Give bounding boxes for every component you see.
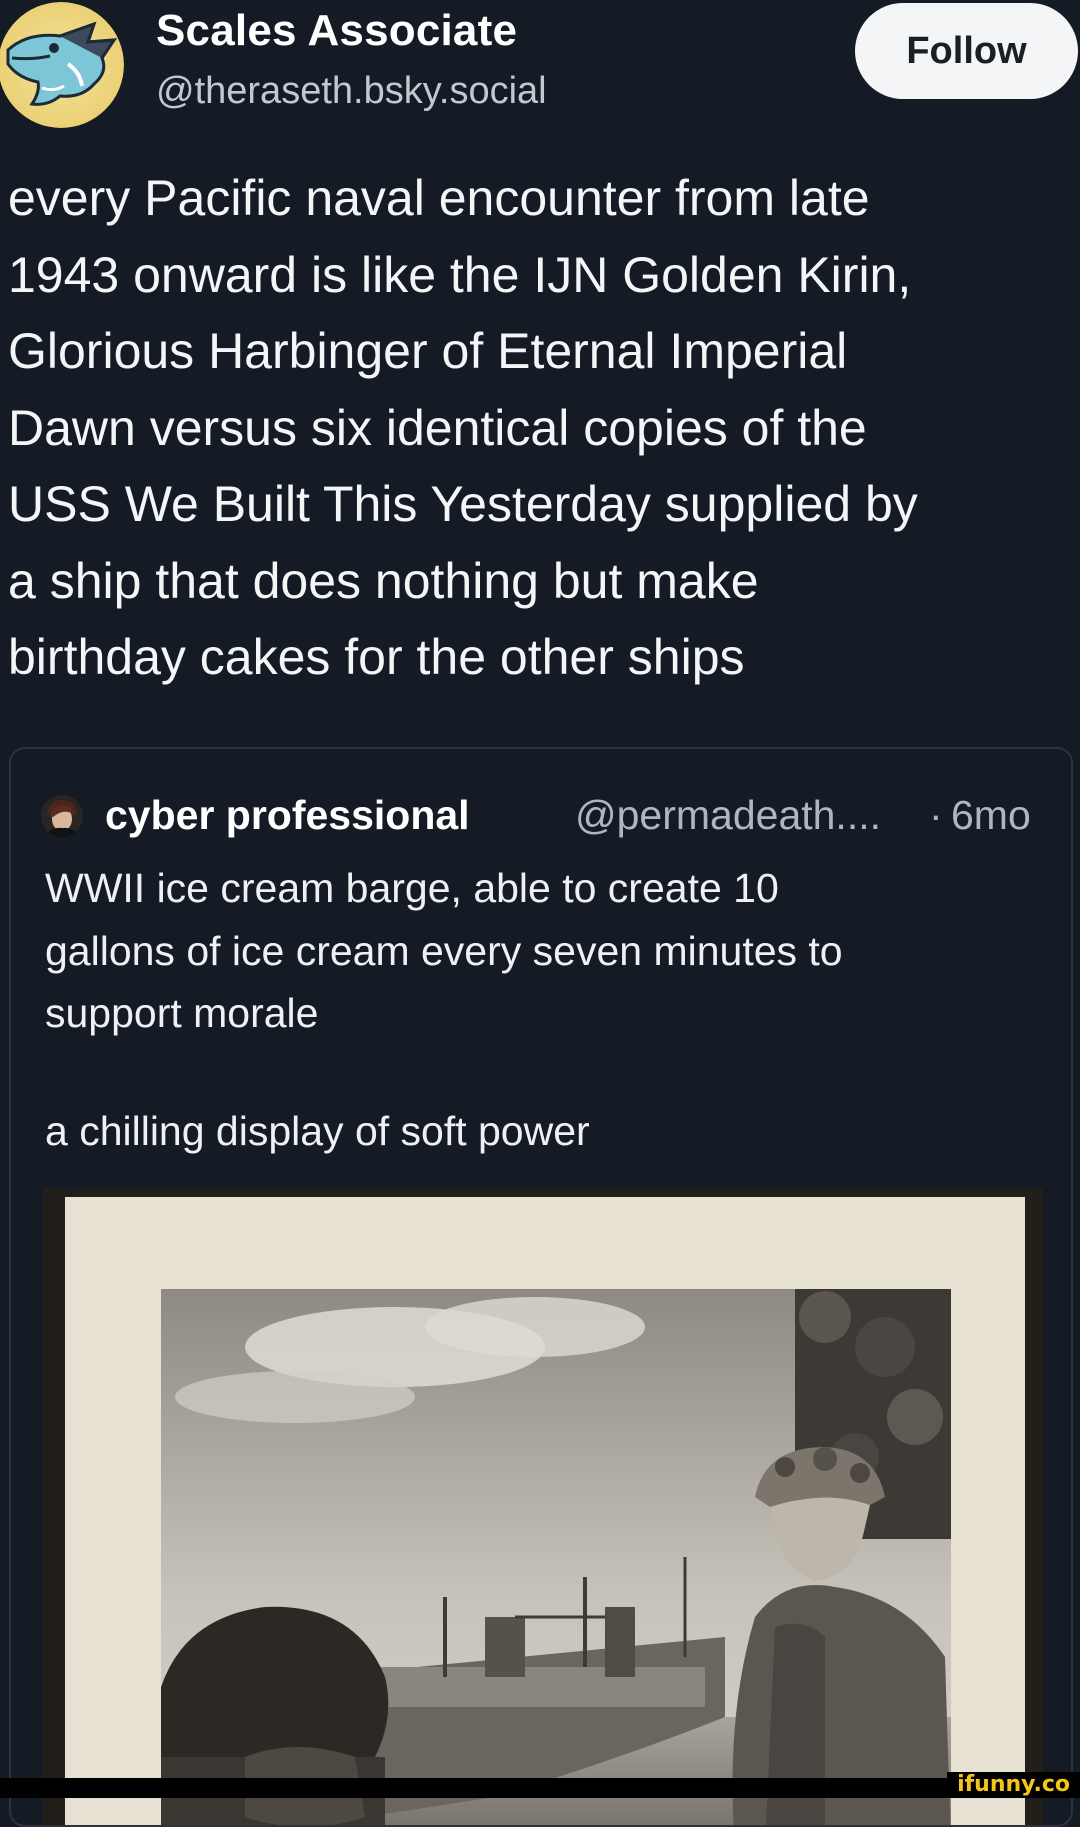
author-handle[interactable]: @theraseth.bsky.social bbox=[156, 70, 547, 113]
blue-dragon-avatar-icon bbox=[0, 2, 124, 128]
follow-button[interactable]: Follow bbox=[855, 3, 1078, 99]
post-header: Scales Associate @theraseth.bsky.social … bbox=[0, 0, 1080, 140]
quoted-author-handle[interactable]: @permadeath.... bbox=[575, 789, 881, 841]
photo-print bbox=[65, 1197, 1025, 1825]
separator-dot: · bbox=[929, 792, 943, 838]
quoted-post-text-second-paragraph: a chilling display of soft power bbox=[45, 1108, 590, 1154]
quoted-post-card[interactable]: cyber professional @permadeath.... · 6mo… bbox=[9, 747, 1073, 1827]
quoted-post-photo[interactable] bbox=[43, 1189, 1043, 1825]
quoted-post-timestamp[interactable]: 6mo bbox=[951, 789, 1031, 841]
barge-photo-image bbox=[161, 1289, 951, 1825]
quoted-author-avatar[interactable] bbox=[41, 795, 83, 837]
person-avatar-icon bbox=[41, 795, 83, 837]
quoted-post-text: WWII ice cream barge, able to create 10 … bbox=[45, 865, 843, 1036]
ifunny-watermark: ifunny.co bbox=[947, 1772, 1080, 1798]
post-text: every Pacific naval encounter from late … bbox=[8, 170, 918, 685]
author-avatar[interactable] bbox=[0, 2, 124, 128]
author-display-name[interactable]: Scales Associate bbox=[156, 6, 517, 56]
bottom-strip bbox=[0, 1778, 1080, 1798]
quoted-author-display-name[interactable]: cyber professional bbox=[105, 789, 470, 841]
